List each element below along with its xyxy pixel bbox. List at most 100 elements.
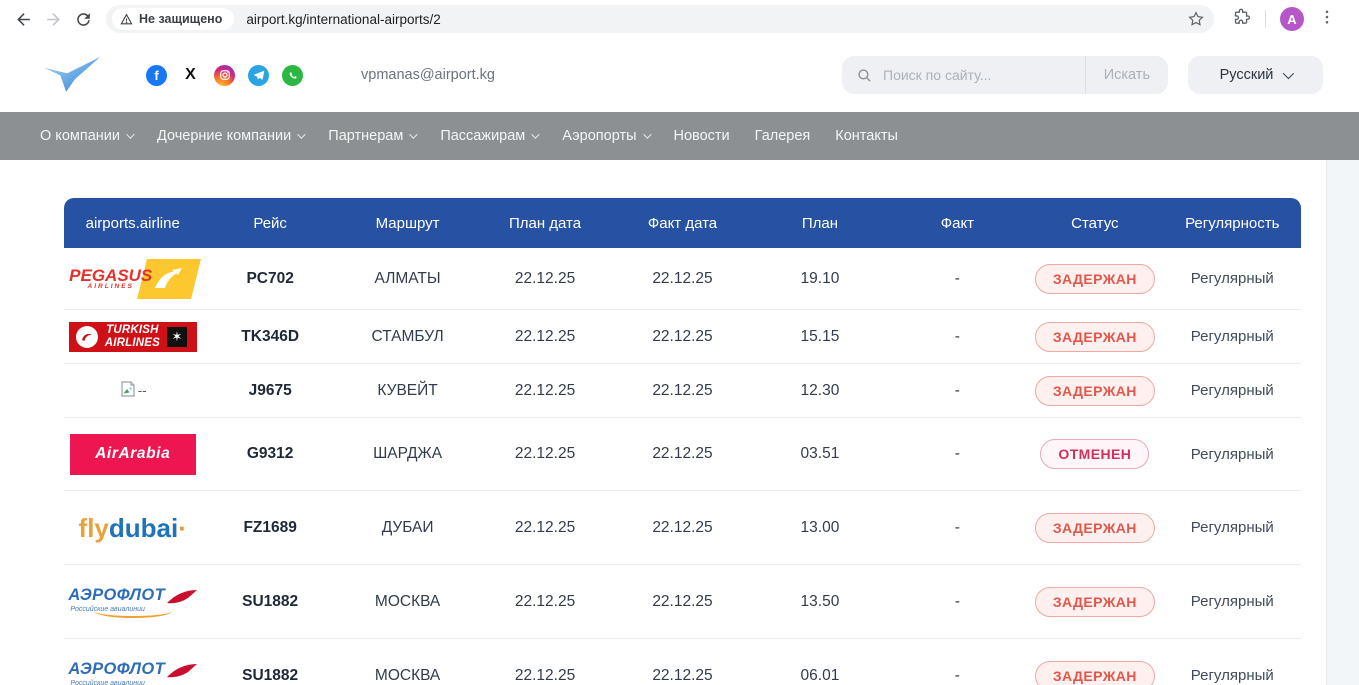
contact-email[interactable]: vpmanas@airport.kg (361, 67, 495, 83)
fact-date-cell: 22.12.25 (614, 667, 751, 685)
route-cell: МОСКВА (339, 667, 476, 685)
airline-logo-airarabia: AirArabia (70, 434, 196, 475)
aeroflot-wordmark-row: АЭРОФЛОТ (68, 660, 197, 679)
fact-date-cell: 22.12.25 (614, 328, 751, 346)
status-badge: ОТМЕНЕН (1040, 439, 1149, 469)
table-body: PEGASUSAIRLINESPC702АЛМАТЫ22.12.2522.12.… (64, 248, 1301, 685)
plan-date-cell: 22.12.25 (476, 445, 613, 463)
turkish-wordmark: TURKISHAIRLINES (105, 324, 160, 348)
search-button[interactable]: Искать (1085, 56, 1168, 94)
status-cell: ЗАДЕРЖАН (1026, 513, 1163, 543)
flight-number-cell: TK346D (201, 328, 338, 346)
nav-item-partners[interactable]: Партнерам (328, 128, 415, 144)
plan-date-cell: 22.12.25 (476, 328, 613, 346)
route-cell: МОСКВА (339, 593, 476, 611)
nav-item-label: Галерея (755, 128, 811, 144)
aeroflot-wordmark: АЭРОФЛОТ (68, 660, 165, 679)
plan-time-cell: 06.01 (751, 667, 888, 685)
column-header: Статус (1026, 215, 1163, 232)
airline-logo-cell: АЭРОФЛОТРоссийские авиалинии (64, 660, 201, 685)
plan-date-cell: 22.12.25 (476, 593, 613, 611)
x-twitter-icon[interactable]: X (180, 65, 201, 86)
airline-logo-cell: PEGASUSAIRLINES (64, 259, 201, 299)
forward-icon[interactable] (38, 4, 68, 34)
aeroflot-wing-icon (167, 590, 197, 605)
nav-item-passengers[interactable]: Пассажирам (440, 128, 537, 144)
flydubai-dot: · (178, 513, 187, 543)
nav-item-subsidiaries[interactable]: Дочерние компании (157, 128, 303, 144)
url-text[interactable]: airport.kg/international-airports/2 (246, 12, 1184, 27)
nav-item-news[interactable]: Новости (674, 128, 730, 144)
language-selector[interactable]: Русский (1188, 56, 1323, 94)
fact-time-cell: - (889, 667, 1026, 685)
fact-date-cell: 22.12.25 (614, 270, 751, 288)
nav-item-label: Партнерам (328, 128, 403, 144)
fact-time-cell: - (889, 328, 1026, 346)
status-cell: ОТМЕНЕН (1026, 439, 1163, 469)
flights-table: airports.airlineРейсМаршрутПлан датаФакт… (64, 198, 1301, 685)
table-row: TURKISHAIRLINES✶TK346DСТАМБУЛ22.12.2522.… (64, 310, 1301, 364)
airline-logo-cell: -- (64, 380, 201, 401)
nav-item-label: Контакты (835, 128, 898, 144)
security-chip[interactable]: Не защищено (112, 8, 234, 30)
plan-date-cell: 22.12.25 (476, 382, 613, 400)
search-input[interactable] (873, 67, 1085, 83)
nav-item-about[interactable]: О компании (40, 128, 132, 144)
column-header: Маршрут (339, 215, 476, 232)
extensions-icon[interactable] (1232, 7, 1251, 31)
main-nav: О компании Дочерние компании Партнерам Пасс… (0, 112, 1359, 160)
route-cell: СТАМБУЛ (339, 328, 476, 346)
route-cell: АЛМАТЫ (339, 270, 476, 288)
browser-chrome: Не защищено airport.kg/international-air… (0, 0, 1359, 38)
site-logo-bird-icon[interactable] (40, 55, 102, 95)
flight-number-cell: SU1882 (201, 667, 338, 685)
nav-item-label: Пассажирам (440, 128, 525, 144)
profile-avatar[interactable]: A (1280, 7, 1304, 31)
facebook-icon[interactable]: f (146, 65, 167, 86)
table-row: АЭРОФЛОТРоссийские авиалинииSU1882МОСКВА… (64, 565, 1301, 639)
fact-time-cell: - (889, 270, 1026, 288)
flight-number-cell: SU1882 (201, 593, 338, 611)
instagram-icon[interactable] (214, 65, 235, 86)
page: Не защищено airport.kg/international-air… (0, 0, 1359, 685)
status-badge: ЗАДЕРЖАН (1035, 376, 1155, 406)
column-header: airports.airline (64, 215, 201, 232)
address-bar[interactable]: Не защищено airport.kg/international-air… (106, 5, 1214, 33)
airline-logo-cell: АЭРОФЛОТРоссийские авиалинии (64, 586, 201, 618)
whatsapp-icon[interactable] (282, 65, 303, 86)
status-cell: ЗАДЕРЖАН (1026, 661, 1163, 685)
nav-item-contacts[interactable]: Контакты (835, 128, 898, 144)
pegasus-wordmark: PEGASUSAIRLINES (69, 267, 152, 291)
table-row: АЭРОФЛОТРоссийские авиалинииSU1882МОСКВА… (64, 639, 1301, 685)
flydubai-fly-text: fly (79, 513, 109, 543)
fact-date-cell: 22.12.25 (614, 445, 751, 463)
airline-logo-cell: AirArabia (64, 434, 201, 475)
table-row: flydubai·FZ1689ДУБАИ22.12.2522.12.2513.0… (64, 491, 1301, 565)
regularity-cell: Регулярный (1164, 519, 1301, 536)
fact-date-cell: 22.12.25 (614, 382, 751, 400)
plan-date-cell: 22.12.25 (476, 667, 613, 685)
language-label: Русский (1220, 67, 1274, 83)
chevron-down-icon (126, 130, 134, 138)
table-row: AirArabiaG9312ШАРДЖА22.12.2522.12.2503.5… (64, 418, 1301, 491)
airline-logo-pegasus: PEGASUSAIRLINES (69, 259, 196, 299)
nav-item-airports[interactable]: Аэропорты (562, 128, 648, 144)
table-header-row: airports.airlineРейсМаршрутПлан датаФакт… (64, 198, 1301, 248)
telegram-icon[interactable] (248, 65, 269, 86)
flight-number-cell: G9312 (201, 445, 338, 463)
warning-icon (120, 13, 133, 26)
airline-logo-aeroflot: АЭРОФЛОТРоссийские авиалинии (68, 660, 197, 685)
nav-item-gallery[interactable]: Галерея (755, 128, 811, 144)
plan-time-cell: 13.00 (751, 519, 888, 537)
menu-dots-icon[interactable] (1318, 8, 1336, 31)
regularity-cell: Регулярный (1164, 667, 1301, 684)
back-icon[interactable] (8, 4, 38, 34)
scrollbar-track[interactable] (1326, 160, 1359, 685)
search-icon (856, 67, 873, 84)
divider (1265, 10, 1266, 28)
reload-icon[interactable] (68, 4, 98, 34)
column-header: Рейс (201, 215, 338, 232)
fact-time-cell: - (889, 593, 1026, 611)
chevron-down-icon (297, 130, 305, 138)
bookmark-star-icon[interactable] (1184, 7, 1208, 31)
